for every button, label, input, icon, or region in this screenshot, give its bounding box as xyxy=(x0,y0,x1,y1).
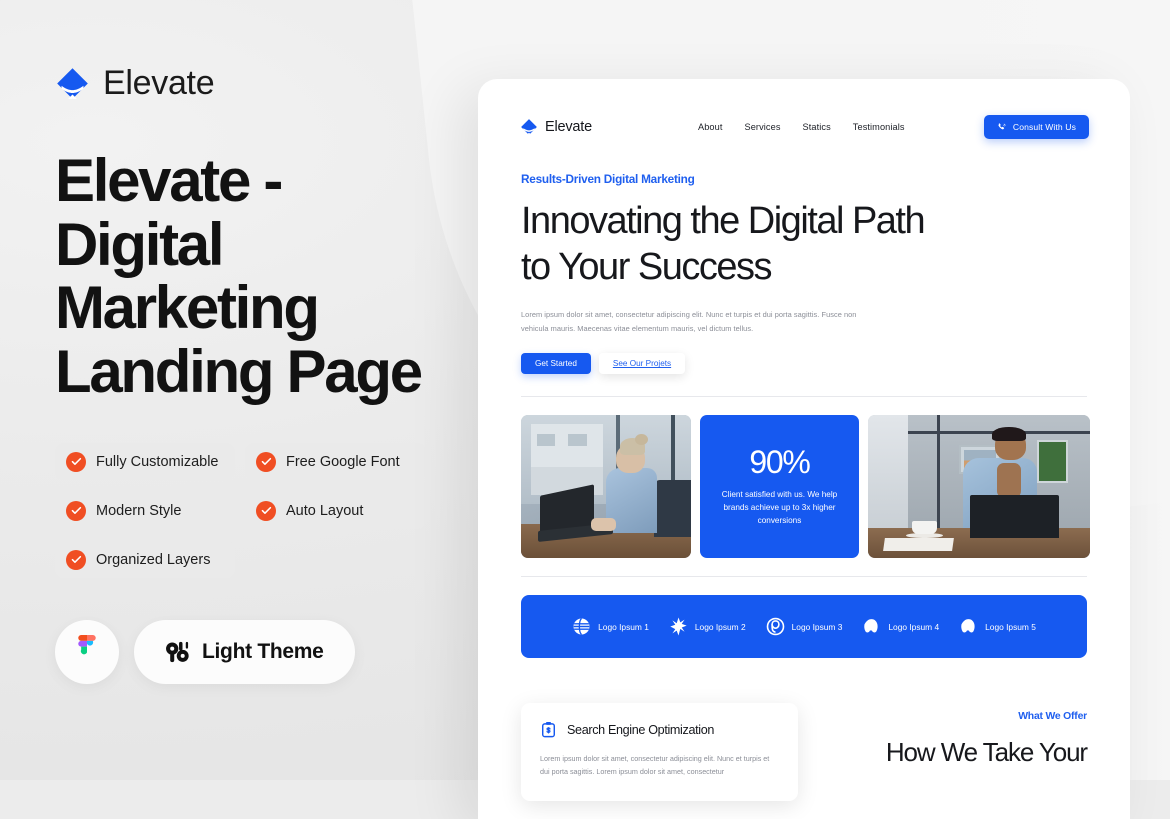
service-card-seo[interactable]: Search Engine Optimization Lorem ipsum d… xyxy=(521,703,798,801)
offer-section: Search Engine Optimization Lorem ipsum d… xyxy=(521,703,1088,801)
check-circle-icon xyxy=(66,500,86,521)
feature-tag-label: Organized Layers xyxy=(96,551,211,568)
feature-tag-list: Fully Customizable Free Google Font Mode… xyxy=(55,443,427,579)
nav-link-services[interactable]: Services xyxy=(744,122,780,132)
hero-eyebrow: Results-Driven Digital Marketing xyxy=(521,172,695,186)
left-info-panel: Elevate Elevate - Digital Marketing Land… xyxy=(55,0,455,780)
consult-with-us-button[interactable]: Consult With Us xyxy=(983,115,1089,139)
hero-heading-line-1: Innovating the Digital Path xyxy=(521,200,926,242)
mockup-brand-name: Elevate xyxy=(545,119,592,135)
bottom-button-row: Light Theme xyxy=(55,620,455,685)
feature-tag: Fully Customizable xyxy=(55,443,235,481)
service-card-header: Search Engine Optimization xyxy=(540,721,779,738)
cloud-blob-icon xyxy=(864,619,878,633)
nav-link-testimonials[interactable]: Testimonials xyxy=(853,122,905,132)
feature-tag-label: Modern Style xyxy=(96,502,182,519)
consult-with-us-label: Consult With Us xyxy=(1012,122,1076,132)
feature-tag-label: Fully Customizable xyxy=(96,453,219,470)
brand-name: Elevate xyxy=(103,64,215,102)
phone-call-icon xyxy=(998,123,1006,130)
figma-button[interactable] xyxy=(55,620,119,685)
photo-woman-laptop xyxy=(521,415,691,559)
stat-card: 90% Client satisfied with us. We help br… xyxy=(700,415,859,559)
eight-point-star-icon xyxy=(670,617,687,636)
theme-sliders-icon xyxy=(166,641,189,662)
client-logo-label: Logo Ipsum 4 xyxy=(888,621,940,632)
offer-heading: How We Take Your xyxy=(885,737,1088,768)
client-logo-label: Logo Ipsum 3 xyxy=(791,621,843,632)
feature-tag: Organized Layers xyxy=(55,541,235,579)
client-logo-item: Logo Ipsum 1 xyxy=(572,617,649,636)
check-circle-icon xyxy=(66,549,86,570)
hero-image-left xyxy=(521,415,691,559)
hero-heading: Innovating the Digital Path to Your Succ… xyxy=(521,199,1086,291)
stat-divider xyxy=(521,576,1087,578)
client-logo-item: Logo Ipsum 3 xyxy=(766,617,843,636)
hero-button-row: Get Started See Our Projets xyxy=(521,353,1086,375)
hero-image-right xyxy=(868,415,1090,559)
client-logo-item: Logo Ipsum 2 xyxy=(669,617,746,636)
feature-tag: Auto Layout xyxy=(245,492,426,530)
feature-tag: Modern Style xyxy=(55,492,235,530)
mockup-hero: Results-Driven Digital Marketing Innovat… xyxy=(478,172,1130,375)
elevate-layers-logo-icon xyxy=(57,68,88,99)
client-logo-label: Logo Ipsum 5 xyxy=(985,621,1036,632)
clipboard-dollar-icon xyxy=(541,722,556,738)
check-circle-icon xyxy=(256,451,276,472)
check-circle-icon xyxy=(66,451,86,472)
hero-paragraph: Lorem ipsum dolor sit amet, consectetur … xyxy=(521,309,857,333)
client-logo-label: Logo Ipsum 1 xyxy=(598,621,649,632)
feature-tag-label: Auto Layout xyxy=(286,502,364,519)
service-card-title: Search Engine Optimization xyxy=(567,722,715,737)
stat-card-row: 90% Client satisfied with us. We help br… xyxy=(521,415,1090,559)
client-logo-label: Logo Ipsum 2 xyxy=(694,621,746,632)
cloud-blob-icon xyxy=(961,619,975,633)
client-logo-item: Logo Ipsum 4 xyxy=(862,617,939,636)
service-card-paragraph: Lorem ipsum dolor sit amet, consectetur … xyxy=(540,754,770,777)
offer-eyebrow: What We Offer xyxy=(1018,711,1087,723)
nav-link-statics[interactable]: Statics xyxy=(803,122,831,132)
photo-man-thinking xyxy=(868,415,1090,559)
get-started-button[interactable]: Get Started xyxy=(521,353,591,375)
see-our-projects-button[interactable]: See Our Projets xyxy=(598,353,686,375)
mockup-brand[interactable]: Elevate xyxy=(520,118,592,136)
theme-toggle-label: Light Theme xyxy=(202,640,324,664)
stat-number: 90% xyxy=(749,443,810,480)
offer-text-block: What We Offer How We Take Your xyxy=(818,703,1088,768)
check-circle-icon xyxy=(256,500,276,521)
brand-row: Elevate xyxy=(55,64,455,103)
client-logo-strip: Logo Ipsum 1 Logo Ipsum 2 Logo Ipsum 3 L… xyxy=(521,595,1087,659)
feature-tag-label: Free Google Font xyxy=(286,453,400,470)
mockup-nav-links: About Services Statics Testimonials xyxy=(698,122,905,132)
website-mockup-card: Elevate About Services Statics Testimoni… xyxy=(478,79,1130,819)
hero-divider xyxy=(521,396,1087,398)
mockup-navbar: Elevate About Services Statics Testimoni… xyxy=(478,79,1130,139)
theme-toggle-button[interactable]: Light Theme xyxy=(134,620,355,685)
spiral-circle-icon xyxy=(766,618,784,636)
feature-tag: Free Google Font xyxy=(245,443,426,481)
client-logo-item: Logo Ipsum 5 xyxy=(959,617,1036,636)
stat-text: Client satisfied with us. We help brands… xyxy=(721,489,838,526)
hero-heading-line-2: to Your Success xyxy=(521,245,773,288)
elevate-layers-logo-icon xyxy=(521,119,537,135)
nav-link-about[interactable]: About xyxy=(698,122,723,132)
globe-stripes-icon xyxy=(573,618,590,636)
figma-logo-icon xyxy=(78,634,96,655)
page-title: Elevate - Digital Marketing Landing Page xyxy=(55,147,423,405)
